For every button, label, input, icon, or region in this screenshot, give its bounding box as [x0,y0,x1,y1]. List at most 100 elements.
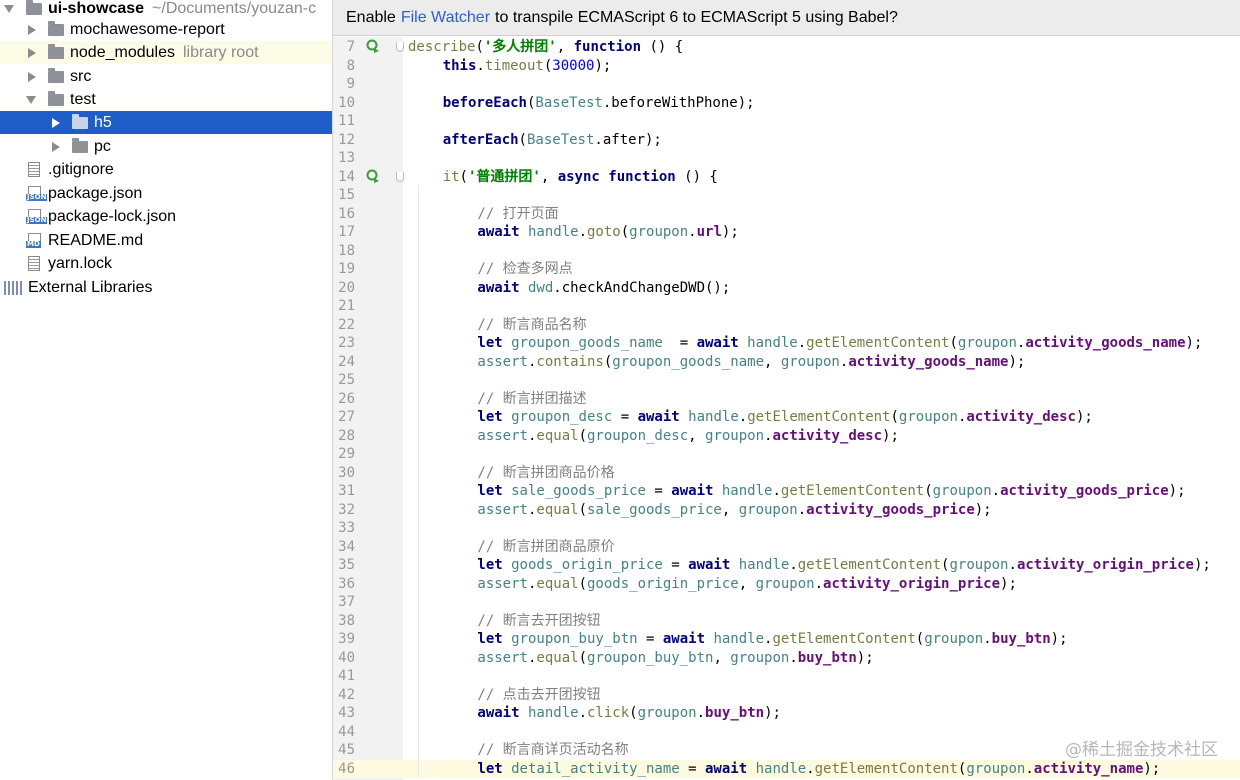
watermark: @稀土掘金技术社区 [1065,740,1218,760]
code-line[interactable]: 31 let sale_goods_price = await handle.ge… [333,482,1240,501]
code-text: await dwd.checkAndChangeDWD(); [477,279,730,298]
tree-item-gitignore[interactable]: .gitignore [0,158,332,181]
indent-guide [417,667,419,686]
code-line[interactable]: 7 describe('多人拼团', function () { [333,38,1240,57]
code-token: beforeEach [442,94,527,111]
line-number: 20 [338,279,355,296]
code-token: sale_goods_price [587,501,722,518]
code-line[interactable]: 20 await dwd.checkAndChangeDWD(); [333,278,1240,298]
code-token: , [764,353,781,370]
fold-marker-icon[interactable] [396,42,404,52]
code-token: groupon [730,649,790,666]
code-line[interactable]: 9 [333,75,1240,94]
code-line[interactable]: 13 [333,149,1240,168]
indent-guide [417,537,419,556]
code-token: groupon [629,224,689,240]
code-line[interactable]: 17 await handle.goto(groupon.url); [333,223,1240,242]
code-line[interactable]: 12 afterEach(BaseTest.after); [333,131,1240,150]
chevron-down-icon[interactable] [26,95,36,104]
code-line[interactable]: 10 beforeEach(BaseTest.beforeWithPhone); [333,94,1240,113]
chevron-right-icon[interactable] [52,117,60,128]
code-line[interactable]: 37 [333,593,1240,612]
folder-icon [48,20,64,36]
code-line[interactable]: 25 [333,371,1240,390]
code-line[interactable]: 41 [333,667,1240,686]
indent-guide [417,574,419,593]
code-token: // 断言拼团商品原价 [477,538,615,555]
chevron-down-icon[interactable] [4,4,14,13]
indent-guide [417,186,419,205]
code-token: BaseTest [526,131,595,148]
code-line[interactable]: 24 assert.contains(groupon_goods_name, gr… [333,352,1240,371]
chevron-right-icon[interactable] [28,24,36,35]
line-number: 46 [338,760,355,777]
code-line[interactable]: 23 let groupon_goods_name = await handle.… [333,334,1240,353]
code-line[interactable]: 18 [333,241,1240,260]
code-line[interactable]: 43 await handle.click(groupon.buy_btn); [333,704,1240,723]
run-gutter-icon[interactable] [366,39,380,53]
code-line[interactable]: 29 [333,445,1240,464]
tree-item-src[interactable]: src [0,65,332,88]
code-line[interactable]: 33 [333,519,1240,538]
fold-marker-icon[interactable] [396,171,404,182]
chevron-right-icon[interactable] [28,47,36,58]
code-token: groupon [957,335,1017,351]
tree-item-yarn-lock[interactable]: yarn.lock [0,252,332,275]
code-line[interactable]: 15 [333,186,1240,205]
tree-item-label: External Libraries [28,278,153,296]
code-line[interactable]: 46 let detail_activity_name = await handl… [333,759,1240,779]
code-line[interactable]: 22 // 断言商品名称 [333,315,1240,334]
code-line[interactable]: 19 // 检查多网点 [333,260,1240,279]
code-line[interactable]: 35 let goods_origin_price = await handle.… [333,556,1240,575]
code-token: // 点击去开团按钮 [477,686,601,703]
tree-item-h5[interactable]: h5 [0,111,332,134]
line-number: 44 [338,723,355,740]
tree-item-node-modules[interactable]: node_modules library root [0,41,332,64]
run-gutter-icon[interactable] [366,169,380,183]
code-line[interactable]: 11 [333,112,1240,131]
code-line[interactable]: 14 it('普通拼团', async function () { [333,168,1240,187]
code-line[interactable]: 16 // 打开页面 [333,204,1240,223]
tree-item-pc[interactable]: pc [0,135,332,158]
code-line[interactable]: 38 // 断言去开团按钮 [333,611,1240,630]
code-line[interactable]: 26 // 断言拼团描述 [333,389,1240,408]
code-area[interactable]: 7 describe('多人拼团', function () {8 this.tim… [333,37,1240,780]
code-text: let detail_activity_name = await handle.… [477,760,1160,779]
indent-guide [417,260,419,279]
file-watcher-link[interactable]: File Watcher [401,9,490,27]
code-line[interactable]: 34 // 断言拼团商品原价 [333,537,1240,556]
code-line[interactable]: 32 assert. equal(sale_goods_price, groupon… [333,500,1240,519]
code-text: assert. equal(goods_origin_price, groupon… [477,575,1017,594]
code-text: it('普通拼团', async function () { [443,168,718,187]
code-line[interactable]: 36 assert. equal(goods_origin_price, group… [333,574,1240,594]
tree-item-package-json[interactable]: JSON package.json [0,182,332,205]
code-token: = [679,760,705,777]
tree-item-mochawesome-report[interactable]: mochawesome-report [0,18,332,41]
chevron-right-icon[interactable] [52,141,60,152]
tree-item-label: README.md [48,231,144,249]
tree-item-package-lock-json[interactable]: JSON package-lock.json [0,205,332,228]
code-line[interactable]: 30 // 断言拼团商品价格 [333,463,1240,482]
indent-guide [417,204,419,223]
code-line[interactable]: 28 assert.equal(groupon_desc, groupon.act… [333,426,1240,445]
tree-item-test[interactable]: test [0,88,332,111]
code-token: . [578,705,587,721]
folder-icon [48,90,64,106]
tree-item-ui-showcase[interactable]: ui-showcase ~/Documents/youzan-c [0,0,332,20]
code-line[interactable]: 40 assert.equal(groupon_buy_btn, groupon.… [333,648,1240,667]
code-line[interactable]: 39 let groupon_buy_btn = await handle. get… [333,630,1240,649]
code-token: assert [477,353,528,370]
code-line[interactable]: 8 this.timeout(30000); [333,57,1240,76]
code-token: click [587,705,630,721]
tree-item-readme-md[interactable]: MD README.md [0,229,332,252]
tree-item-external-libraries[interactable]: External Libraries [0,276,332,299]
code-token: equal [536,501,579,518]
code-line[interactable]: 42 // 点击去开团按钮 [333,685,1240,704]
code-editor[interactable]: Enable File Watcher to transpile ECMAScr… [333,0,1240,780]
code-line[interactable]: 27 let groupon_desc = await handle.getEle… [333,408,1240,427]
chevron-right-icon[interactable] [28,71,36,82]
code-line[interactable]: 21 [333,297,1240,316]
code-token: getElementContent [806,335,950,351]
indent-guide [417,648,419,667]
line-number: 12 [338,131,355,148]
